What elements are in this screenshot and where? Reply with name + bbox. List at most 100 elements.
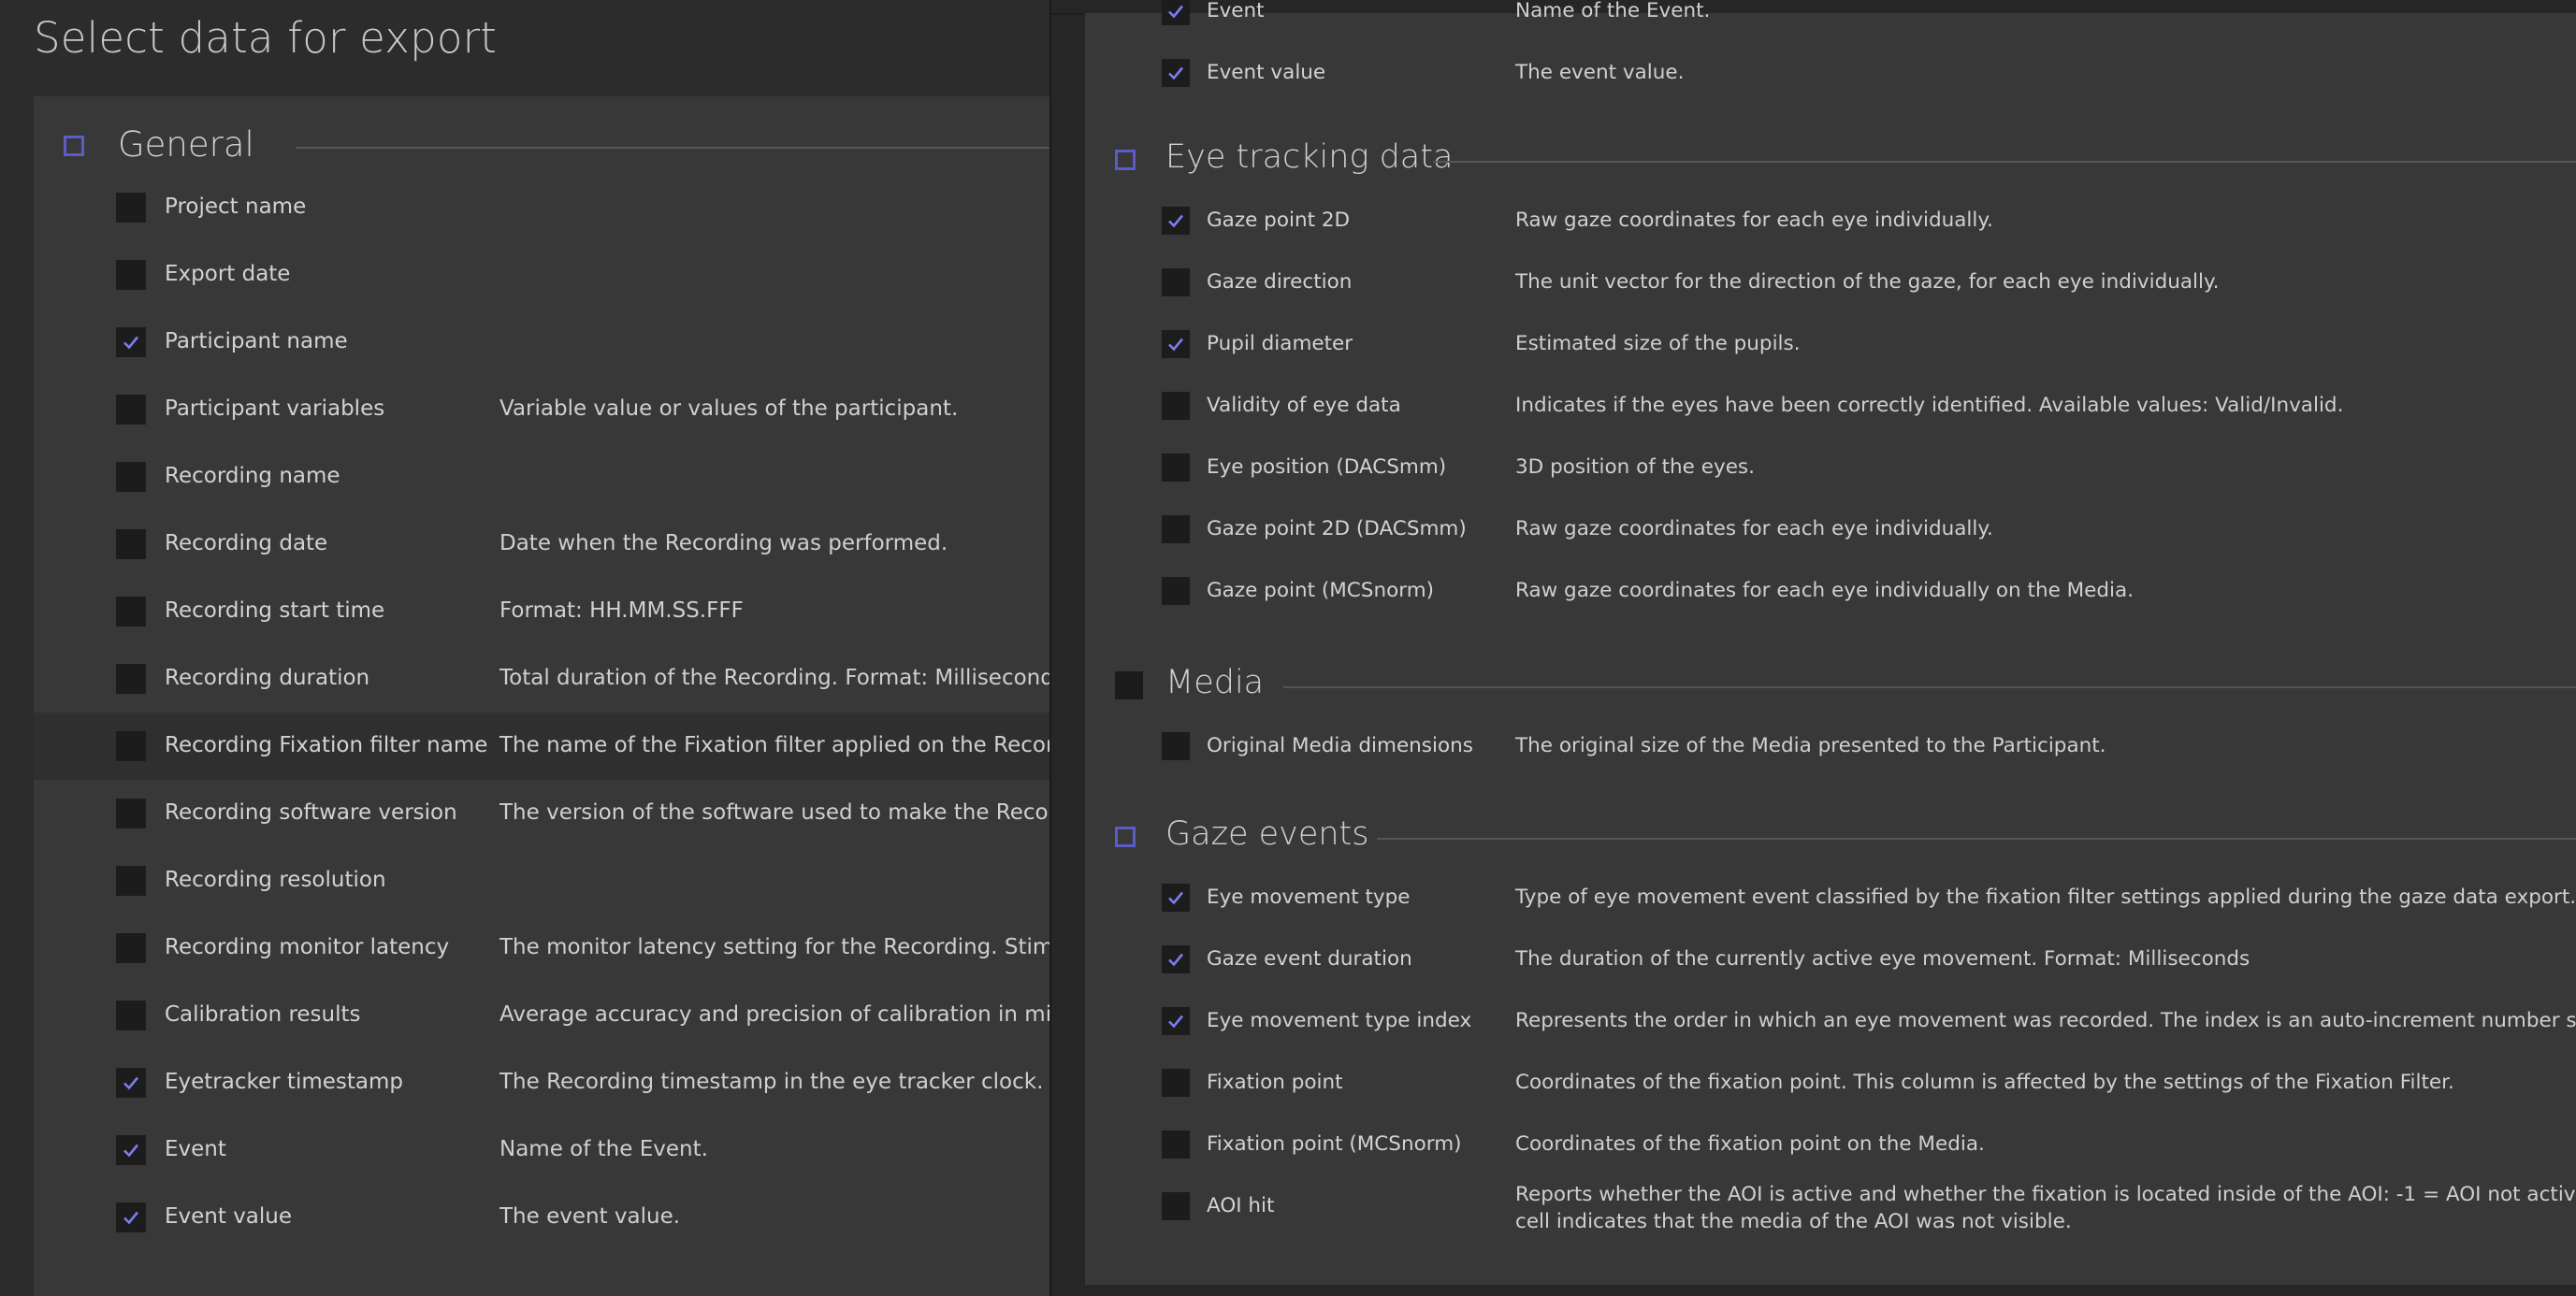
option-description: Name of the Event. <box>1515 0 1711 22</box>
option-label: Eye movement type <box>1207 886 1411 909</box>
checkbox-gaze-event-duration[interactable] <box>1162 945 1190 973</box>
option-label: Gaze point 2D <box>1207 209 1351 232</box>
option-row-project-name[interactable]: Project name <box>34 174 1049 241</box>
checkbox-recording-duration[interactable] <box>116 664 146 694</box>
option-row-calibration-results[interactable]: Calibration results Average accuracy and … <box>34 982 1049 1049</box>
option-label: Gaze point (MCSnorm) <box>1207 579 1435 602</box>
option-row-eye-position-dacsmm[interactable]: Eye position (DACSmm) 3D position of the … <box>1085 437 2576 498</box>
option-row-gaze-point-mcsnorm[interactable]: Gaze point (MCSnorm) Raw gaze coordinates… <box>1085 560 2576 622</box>
checkbox-export-date[interactable] <box>116 260 146 290</box>
option-row-gaze-point-2d[interactable]: Gaze point 2D Raw gaze coordinates for ea… <box>1085 190 2576 252</box>
section-title: Gaze events <box>1165 815 1369 853</box>
option-row-validity-of-eye-data[interactable]: Validity of eye data Indicates if the eye… <box>1085 375 2576 437</box>
checkbox-calibration-results[interactable] <box>116 1001 146 1030</box>
checkbox-event-value[interactable] <box>1162 59 1190 87</box>
check-icon <box>1168 891 1184 905</box>
checkbox-gaze-direction[interactable] <box>1162 268 1190 296</box>
option-description: Raw gaze coordinates for each eye indivi… <box>1515 209 1993 232</box>
option-row-fixation-point-mcsnorm[interactable]: Fixation point (MCSnorm) Coordinates of t… <box>1085 1114 2576 1175</box>
checkbox-recording-start-time[interactable] <box>116 597 146 626</box>
option-row-gaze-point-2d-dacsmm[interactable]: Gaze point 2D (DACSmm) Raw gaze coordinat… <box>1085 498 2576 560</box>
option-row-event-value[interactable]: Event value The event value. <box>34 1184 1049 1251</box>
option-label: Event value <box>165 1204 293 1229</box>
section-general-title: General <box>118 124 254 165</box>
checkbox-gaze-point-2d-dacsmm[interactable] <box>1162 515 1190 543</box>
section-title: Eye tracking data <box>1165 138 1454 176</box>
option-row-event-value[interactable]: Event value The event value. <box>1085 42 2576 104</box>
option-description: Reports whether the AOI is active and wh… <box>1515 1183 2576 1233</box>
checkbox-recording-software-version[interactable] <box>116 799 146 828</box>
checkbox-eye-movement-type-index[interactable] <box>1162 1007 1190 1035</box>
option-description: Average accuracy and precision of calibr… <box>499 1002 1049 1027</box>
checkbox-pupil-diameter[interactable] <box>1162 330 1190 358</box>
option-label: Recording monitor latency <box>165 935 450 959</box>
option-row-recording-fixation-filter-name[interactable]: Recording Fixation filter name The name o… <box>34 713 1049 780</box>
option-description: Type of eye movement event classified by… <box>1515 886 2576 909</box>
option-row-event[interactable]: Event Name of the Event. <box>1085 0 2576 42</box>
section-general-checkbox[interactable] <box>64 136 84 156</box>
option-label: Validity of eye data <box>1207 394 1401 417</box>
option-row-event[interactable]: Event Name of the Event. <box>34 1116 1049 1184</box>
option-row-participant-variables[interactable]: Participant variables Variable value or v… <box>34 376 1049 443</box>
checkbox-participant-variables[interactable] <box>116 395 146 425</box>
option-description: The name of the Fixation filter applied … <box>499 733 1049 757</box>
option-description: Indicates if the eyes have been correctl… <box>1515 394 2344 417</box>
option-row-original-media-dimensions[interactable]: Original Media dimensions The original si… <box>1085 715 2576 777</box>
option-row-recording-date[interactable]: Recording date Date when the Recording wa… <box>34 511 1049 578</box>
option-row-recording-duration[interactable]: Recording duration Total duration of the … <box>34 645 1049 713</box>
option-row-pupil-diameter[interactable]: Pupil diameter Estimated size of the pupi… <box>1085 313 2576 375</box>
section-gaze-events-checkbox[interactable] <box>1115 827 1136 847</box>
option-row-aoi-hit[interactable]: AOI hit Reports whether the AOI is active… <box>1085 1175 2576 1237</box>
option-label: Recording date <box>165 531 328 555</box>
option-row-recording-start-time[interactable]: Recording start time Format: HH.MM.SS.FFF <box>34 578 1049 645</box>
checkbox-gaze-point-mcsnorm[interactable] <box>1162 577 1190 605</box>
right-panel: Event Name of the Event. Event value The ev… <box>1085 0 2576 1285</box>
checkbox-validity-of-eye-data[interactable] <box>1162 392 1190 420</box>
option-row-fixation-point[interactable]: Fixation point Coordinates of the fixatio… <box>1085 1052 2576 1114</box>
option-label: Eye position (DACSmm) <box>1207 455 1447 479</box>
checkbox-event[interactable] <box>116 1135 146 1165</box>
dialog-title: Select data for export <box>34 13 498 63</box>
option-label: Recording duration <box>165 666 370 690</box>
checkbox-fixation-point[interactable] <box>1162 1069 1190 1097</box>
option-row-gaze-direction[interactable]: Gaze direction The unit vector for the di… <box>1085 252 2576 313</box>
option-row-eyetracker-timestamp[interactable]: Eyetracker timestamp The Recording timest… <box>34 1049 1049 1116</box>
option-row-eye-movement-type-index[interactable]: Eye movement type index Represents the or… <box>1085 990 2576 1052</box>
export-dialog-right: Event Name of the Event. Event value The ev… <box>1049 0 2576 1296</box>
option-description: Coordinates of the fixation point. This … <box>1515 1071 2454 1094</box>
checkbox-eye-position-dacsmm[interactable] <box>1162 454 1190 482</box>
checkbox-recording-fixation-filter-name[interactable] <box>116 731 146 761</box>
option-description: The unit vector for the direction of the… <box>1515 270 2220 294</box>
option-row-export-date[interactable]: Export date <box>34 241 1049 309</box>
checkbox-original-media-dimensions[interactable] <box>1162 732 1190 760</box>
option-row-eye-movement-type[interactable]: Eye movement type Type of eye movement ev… <box>1085 867 2576 929</box>
check-icon <box>1168 1015 1184 1029</box>
option-row-participant-name[interactable]: Participant name <box>34 309 1049 376</box>
checkbox-gaze-point-2d[interactable] <box>1162 207 1190 235</box>
option-description: Represents the order in which an eye mov… <box>1515 1009 2576 1032</box>
option-row-recording-monitor-latency[interactable]: Recording monitor latency The monitor lat… <box>34 914 1049 982</box>
option-label: Pupil diameter <box>1207 332 1353 355</box>
option-row-recording-resolution[interactable]: Recording resolution <box>34 847 1049 914</box>
option-row-recording-software-version[interactable]: Recording software version The version of… <box>34 780 1049 847</box>
checkbox-fixation-point-mcsnorm[interactable] <box>1162 1130 1190 1159</box>
section-media-checkbox[interactable] <box>1115 671 1143 699</box>
option-row-recording-name[interactable]: Recording name <box>34 443 1049 511</box>
section-media: Media <box>1115 664 2576 711</box>
checkbox-recording-monitor-latency[interactable] <box>116 933 146 963</box>
checkbox-eyetracker-timestamp[interactable] <box>116 1068 146 1098</box>
section-eye-tracking-data-checkbox[interactable] <box>1115 150 1136 170</box>
option-row-gaze-event-duration[interactable]: Gaze event duration The duration of the c… <box>1085 929 2576 990</box>
checkbox-event-value[interactable] <box>116 1202 146 1232</box>
checkbox-recording-date[interactable] <box>116 529 146 559</box>
checkbox-aoi-hit[interactable] <box>1162 1192 1190 1220</box>
checkbox-project-name[interactable] <box>116 193 146 223</box>
checkbox-eye-movement-type[interactable] <box>1162 884 1190 912</box>
checkbox-recording-name[interactable] <box>116 462 146 492</box>
checkbox-event[interactable] <box>1162 0 1190 25</box>
option-label: Event <box>165 1137 226 1161</box>
checkbox-participant-name[interactable] <box>116 327 146 357</box>
option-label: Eye movement type index <box>1207 1009 1472 1032</box>
checkbox-recording-resolution[interactable] <box>116 866 146 896</box>
section-divider <box>296 147 1049 149</box>
